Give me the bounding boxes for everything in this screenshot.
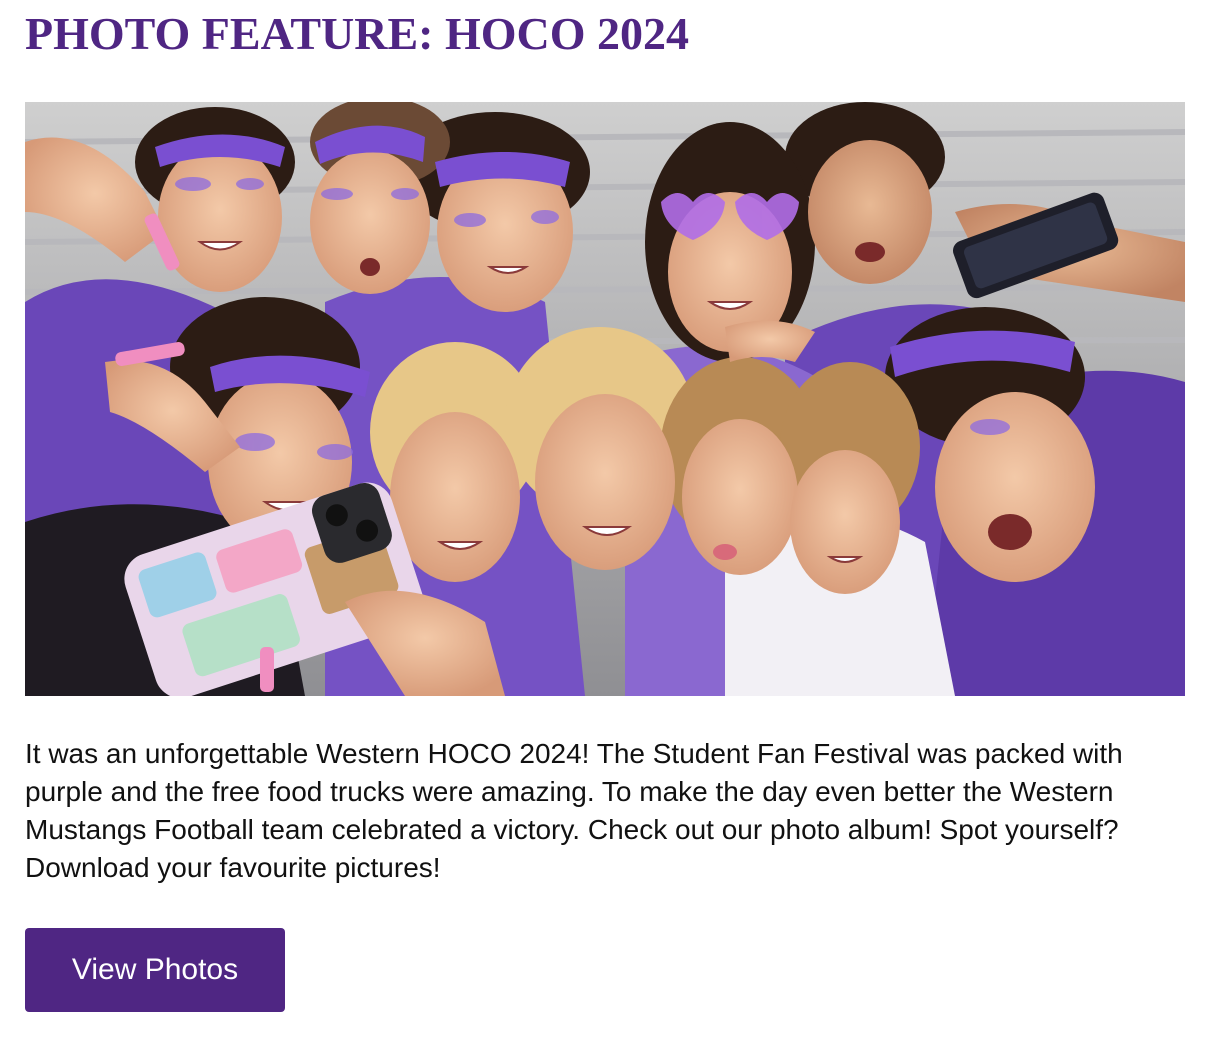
feature-photo [25, 102, 1185, 696]
feature-title: PHOTO FEATURE: HOCO 2024 [25, 8, 690, 59]
view-photos-button[interactable]: View Photos [25, 928, 285, 1012]
feature-description: It was an unforgettable Western HOCO 202… [25, 738, 1123, 883]
